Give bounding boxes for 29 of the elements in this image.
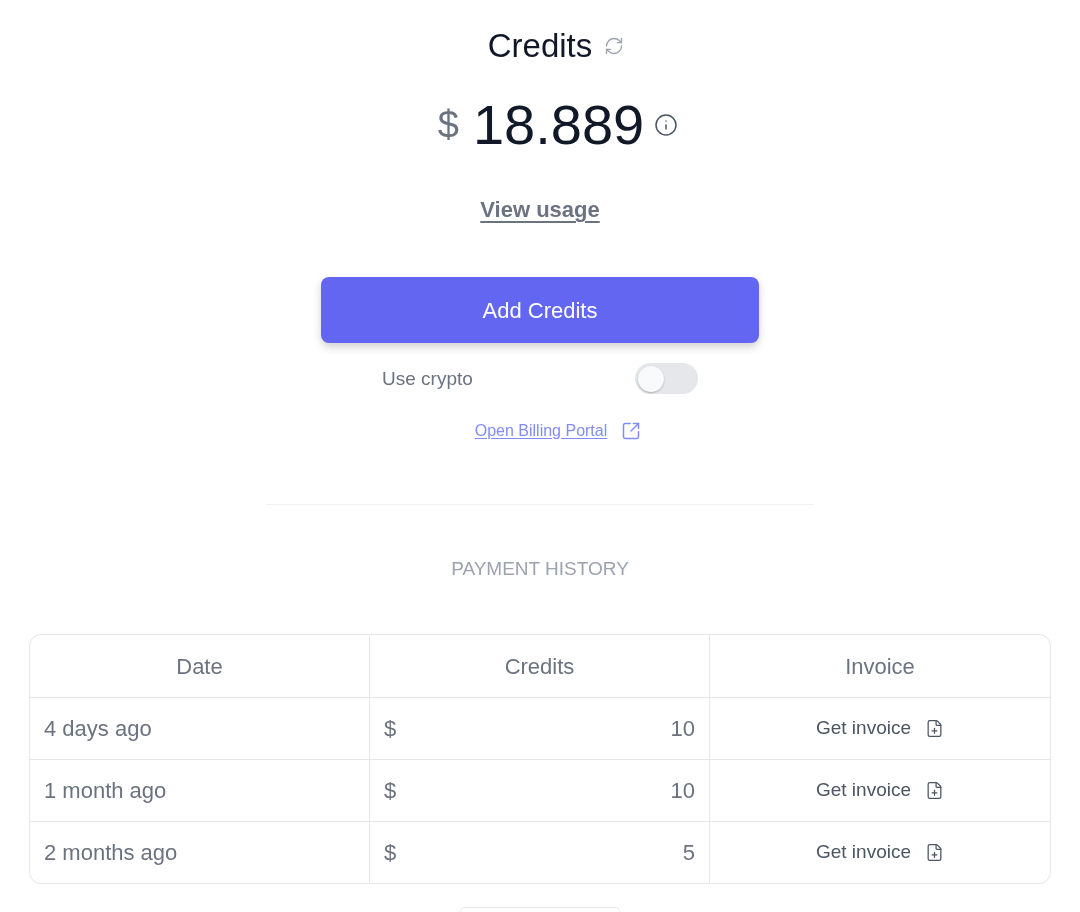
column-header: Credits	[370, 635, 710, 697]
get-invoice-button[interactable]: Get invoice	[815, 714, 944, 743]
balance-amount: 18.889	[472, 93, 645, 157]
get-invoice-button[interactable]: Get invoice	[815, 838, 944, 867]
column-header: Date	[30, 635, 370, 697]
currency-symbol: $	[437, 103, 459, 148]
table-cell: 2 months ago	[30, 822, 370, 883]
toggle-switch[interactable]	[635, 363, 698, 394]
currency-symbol: $	[384, 839, 397, 867]
add-credits-button[interactable]: Add Credits	[321, 277, 759, 343]
page-title: Credits	[487, 26, 593, 66]
credits-amount: 10	[670, 777, 695, 805]
external-link-icon[interactable]	[621, 421, 642, 441]
credits-amount: 10	[670, 715, 695, 743]
file-plus-icon	[925, 843, 944, 862]
table-cell: 4 days ago	[30, 698, 370, 759]
view-usage-link[interactable]: View usage	[480, 196, 600, 224]
use-crypto-label: Use crypto	[382, 366, 473, 391]
get-invoice-button[interactable]: Get invoice	[815, 776, 944, 805]
currency-symbol: $	[384, 715, 397, 743]
info-icon[interactable]	[654, 113, 679, 137]
refresh-icon[interactable]	[604, 36, 625, 56]
file-plus-icon	[925, 781, 944, 800]
credits-amount: 5	[682, 839, 695, 867]
section-heading: PAYMENT HISTORY	[451, 557, 629, 581]
column-header: Invoice	[844, 652, 916, 681]
file-plus-icon	[925, 719, 944, 738]
table-cell: 1 month ago	[30, 760, 370, 821]
currency-symbol: $	[384, 777, 397, 805]
